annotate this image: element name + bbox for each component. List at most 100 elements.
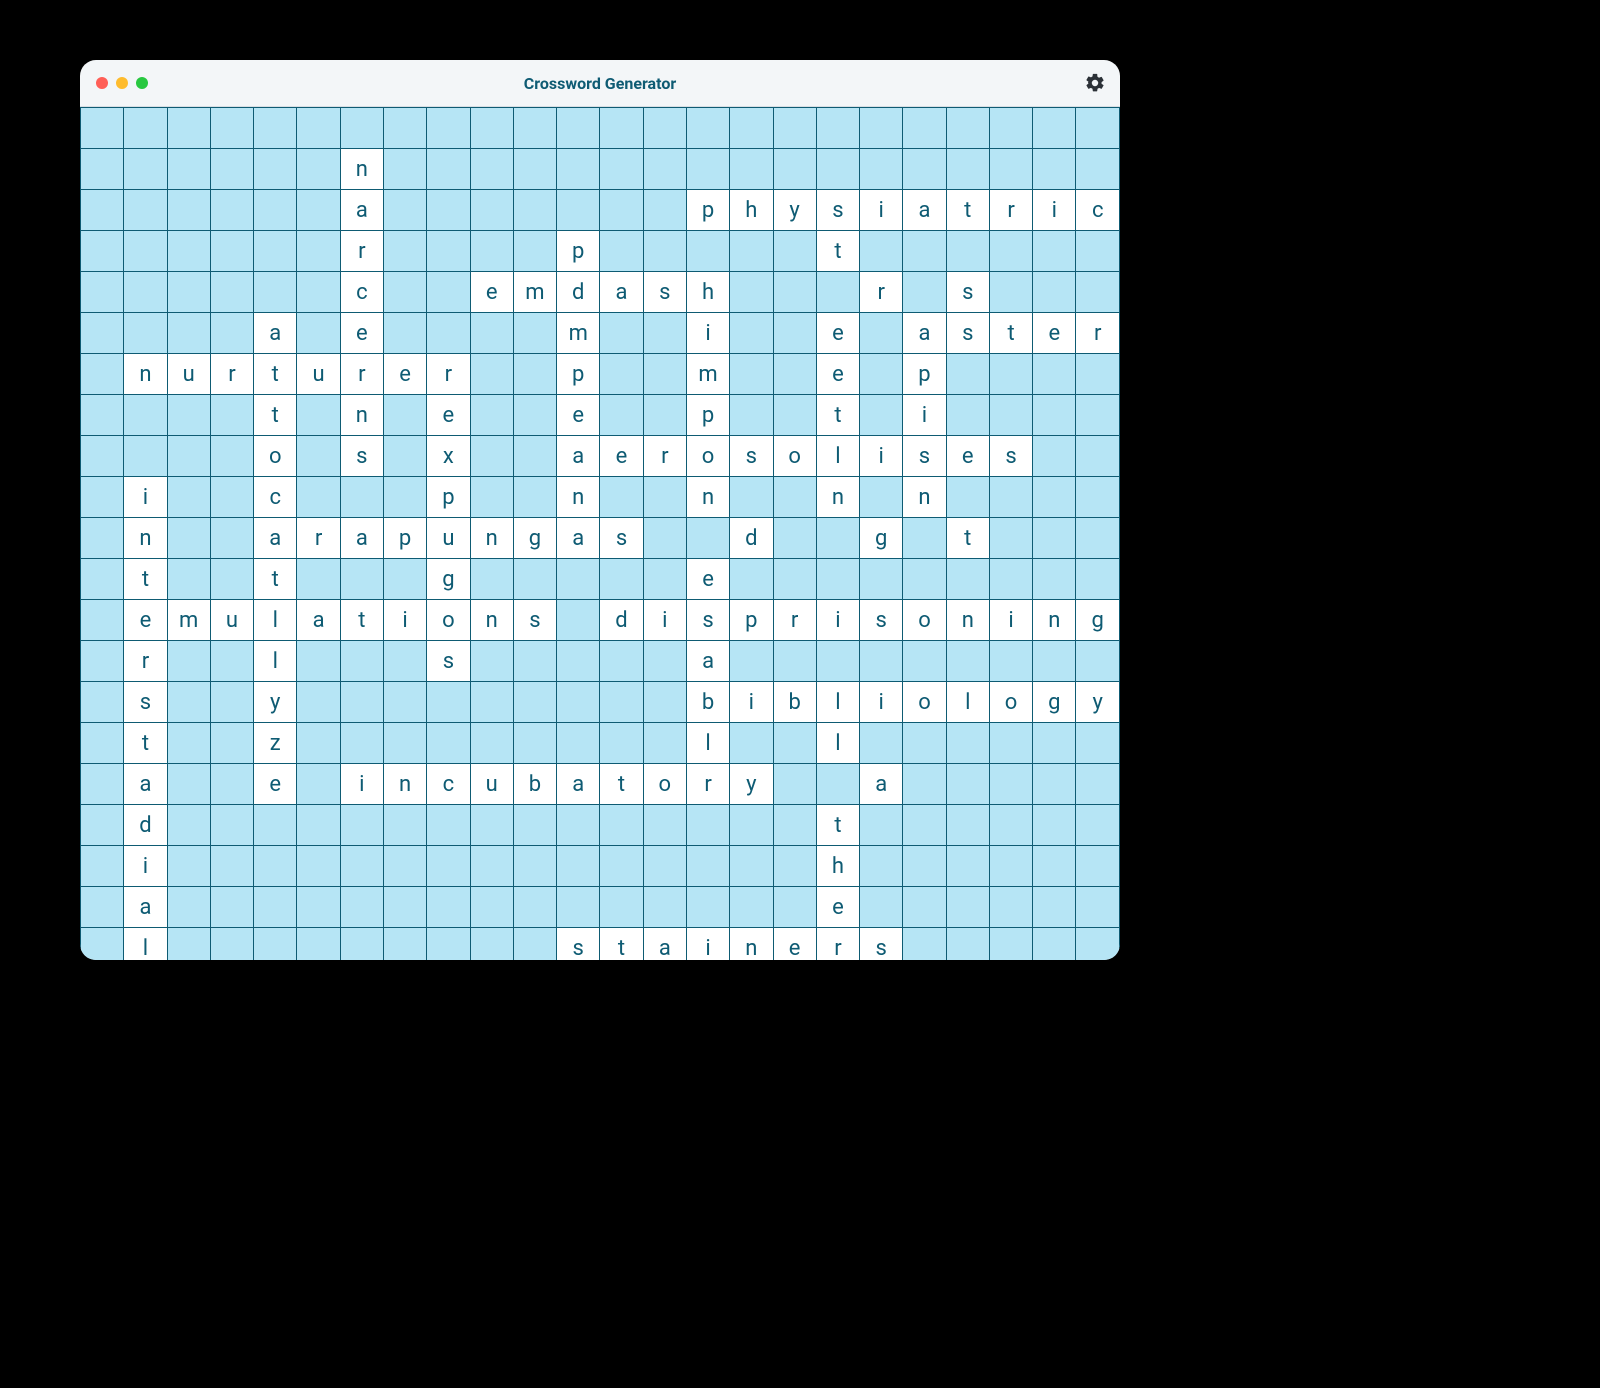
grid-cell[interactable] bbox=[340, 846, 383, 887]
grid-cell[interactable] bbox=[773, 846, 816, 887]
grid-cell[interactable] bbox=[903, 641, 946, 682]
grid-cell[interactable] bbox=[470, 190, 513, 231]
grid-cell[interactable] bbox=[254, 846, 297, 887]
grid-cell[interactable] bbox=[81, 313, 124, 354]
grid-cell[interactable] bbox=[989, 518, 1032, 559]
grid-cell[interactable]: s bbox=[340, 436, 383, 477]
grid-cell[interactable] bbox=[643, 149, 686, 190]
grid-cell[interactable]: e bbox=[600, 436, 643, 477]
grid-cell[interactable] bbox=[513, 354, 556, 395]
grid-cell[interactable] bbox=[427, 723, 470, 764]
grid-cell[interactable] bbox=[427, 682, 470, 723]
grid-cell[interactable]: i bbox=[124, 846, 167, 887]
grid-cell[interactable] bbox=[816, 559, 859, 600]
grid-cell[interactable]: z bbox=[254, 723, 297, 764]
grid-cell[interactable]: t bbox=[254, 559, 297, 600]
grid-cell[interactable]: a bbox=[860, 764, 903, 805]
grid-cell[interactable] bbox=[470, 641, 513, 682]
grid-cell[interactable]: i bbox=[340, 764, 383, 805]
grid-cell[interactable] bbox=[860, 354, 903, 395]
grid-cell[interactable] bbox=[773, 313, 816, 354]
grid-cell[interactable] bbox=[1033, 641, 1076, 682]
grid-cell[interactable]: l bbox=[254, 600, 297, 641]
grid-cell[interactable]: a bbox=[124, 764, 167, 805]
grid-cell[interactable]: r bbox=[427, 354, 470, 395]
grid-cell[interactable]: r bbox=[124, 641, 167, 682]
grid-cell[interactable]: r bbox=[1076, 313, 1120, 354]
grid-cell[interactable] bbox=[81, 764, 124, 805]
grid-cell[interactable] bbox=[81, 600, 124, 641]
grid-cell[interactable] bbox=[254, 108, 297, 149]
grid-cell[interactable]: a bbox=[686, 641, 729, 682]
grid-cell[interactable] bbox=[1033, 231, 1076, 272]
grid-cell[interactable] bbox=[513, 805, 556, 846]
grid-cell[interactable] bbox=[81, 682, 124, 723]
grid-cell[interactable]: t bbox=[340, 600, 383, 641]
settings-button[interactable] bbox=[1084, 72, 1106, 98]
grid-cell[interactable] bbox=[1076, 477, 1120, 518]
grid-cell[interactable] bbox=[557, 805, 600, 846]
grid-cell[interactable] bbox=[773, 231, 816, 272]
grid-cell[interactable]: u bbox=[470, 764, 513, 805]
grid-cell[interactable] bbox=[860, 559, 903, 600]
grid-cell[interactable] bbox=[860, 108, 903, 149]
grid-cell[interactable]: i bbox=[686, 928, 729, 961]
grid-cell[interactable] bbox=[81, 887, 124, 928]
grid-cell[interactable] bbox=[124, 272, 167, 313]
grid-cell[interactable]: d bbox=[730, 518, 773, 559]
grid-cell[interactable] bbox=[254, 149, 297, 190]
grid-cell[interactable]: h bbox=[730, 190, 773, 231]
grid-cell[interactable] bbox=[210, 682, 253, 723]
grid-cell[interactable]: e bbox=[470, 272, 513, 313]
grid-cell[interactable] bbox=[81, 395, 124, 436]
grid-cell[interactable] bbox=[989, 887, 1032, 928]
grid-cell[interactable]: d bbox=[124, 805, 167, 846]
grid-cell[interactable] bbox=[470, 149, 513, 190]
grid-cell[interactable] bbox=[1033, 928, 1076, 961]
grid-cell[interactable] bbox=[383, 108, 426, 149]
grid-cell[interactable] bbox=[1033, 723, 1076, 764]
grid-cell[interactable] bbox=[1033, 559, 1076, 600]
grid-cell[interactable] bbox=[989, 395, 1032, 436]
grid-cell[interactable] bbox=[643, 887, 686, 928]
grid-cell[interactable] bbox=[1033, 805, 1076, 846]
grid-cell[interactable] bbox=[686, 231, 729, 272]
grid-cell[interactable]: u bbox=[210, 600, 253, 641]
grid-cell[interactable]: s bbox=[124, 682, 167, 723]
grid-cell[interactable]: a bbox=[297, 600, 340, 641]
grid-cell[interactable] bbox=[643, 682, 686, 723]
grid-cell[interactable] bbox=[513, 846, 556, 887]
grid-cell[interactable] bbox=[340, 805, 383, 846]
grid-cell[interactable]: s bbox=[946, 272, 989, 313]
grid-cell[interactable] bbox=[989, 805, 1032, 846]
grid-cell[interactable]: p bbox=[383, 518, 426, 559]
grid-cell[interactable]: h bbox=[816, 846, 859, 887]
grid-cell[interactable] bbox=[773, 805, 816, 846]
grid-cell[interactable]: i bbox=[860, 682, 903, 723]
grid-cell[interactable] bbox=[470, 805, 513, 846]
grid-cell[interactable] bbox=[557, 190, 600, 231]
grid-cell[interactable] bbox=[989, 272, 1032, 313]
grid-cell[interactable] bbox=[730, 887, 773, 928]
grid-cell[interactable] bbox=[1076, 928, 1120, 961]
grid-cell[interactable]: c bbox=[254, 477, 297, 518]
grid-cell[interactable] bbox=[383, 846, 426, 887]
grid-cell[interactable]: s bbox=[730, 436, 773, 477]
grid-cell[interactable] bbox=[427, 231, 470, 272]
grid-cell[interactable] bbox=[513, 231, 556, 272]
grid-cell[interactable] bbox=[167, 846, 210, 887]
grid-cell[interactable] bbox=[946, 149, 989, 190]
grid-cell[interactable] bbox=[946, 108, 989, 149]
grid-cell[interactable]: e bbox=[816, 354, 859, 395]
grid-cell[interactable] bbox=[643, 641, 686, 682]
grid-cell[interactable]: o bbox=[254, 436, 297, 477]
grid-cell[interactable] bbox=[81, 272, 124, 313]
grid-cell[interactable] bbox=[167, 149, 210, 190]
grid-cell[interactable] bbox=[903, 846, 946, 887]
grid-cell[interactable] bbox=[686, 149, 729, 190]
grid-cell[interactable] bbox=[643, 395, 686, 436]
grid-cell[interactable]: p bbox=[903, 354, 946, 395]
grid-cell[interactable] bbox=[773, 272, 816, 313]
grid-cell[interactable]: p bbox=[686, 395, 729, 436]
grid-cell[interactable]: n bbox=[1033, 600, 1076, 641]
